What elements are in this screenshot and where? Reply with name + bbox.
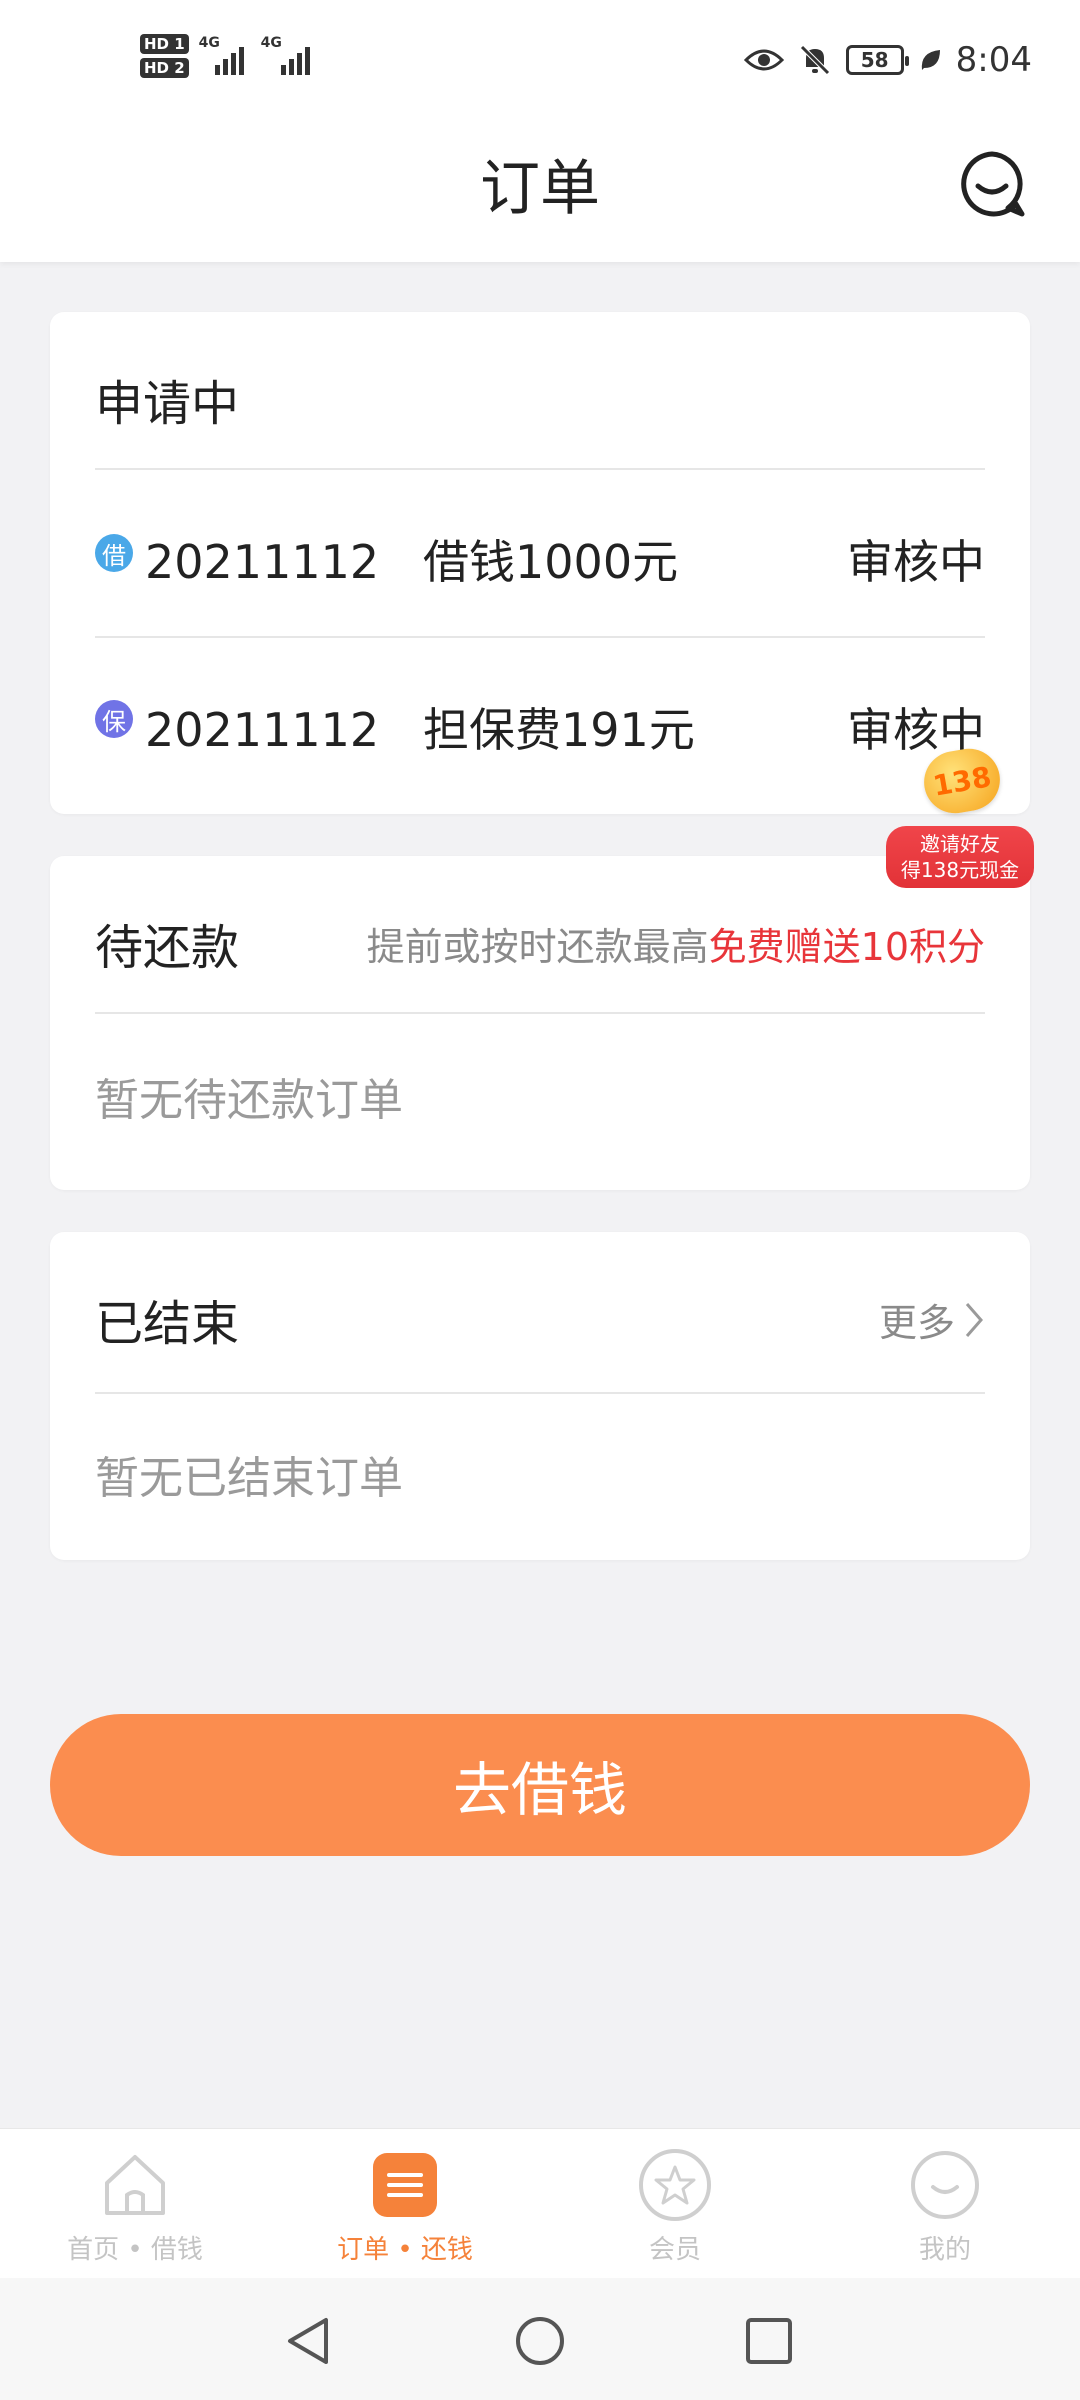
order-status: 审核中 <box>847 535 985 589</box>
tab-home[interactable]: 首页 • 借钱 <box>0 2147 270 2266</box>
tab-profile-label: 我的 <box>918 2235 971 2265</box>
divider <box>95 1392 985 1394</box>
divider <box>95 636 985 638</box>
finished-card: 已结束 更多 暂无已结束订单 <box>50 1232 1030 1560</box>
system-nav-bar <box>0 2278 1080 2400</box>
more-link[interactable]: 更多 <box>879 1292 985 1347</box>
pending-card: 待还款 提前或按时还款最高免费赠送10积分 暂无待还款订单 <box>50 856 1030 1190</box>
home-circle-icon[interactable] <box>513 2314 567 2368</box>
tab-orders[interactable]: 订单 • 还钱 <box>270 2147 540 2266</box>
coin-icon: 138 <box>919 743 1005 819</box>
hint-prefix: 提前或按时还款最高 <box>366 925 709 969</box>
chat-bubble-icon[interactable] <box>956 148 1028 220</box>
profile-icon <box>911 2151 979 2219</box>
more-label: 更多 <box>878 1301 955 1345</box>
finished-empty-text: 暂无已结束订单 <box>95 1453 403 1504</box>
sim-badges: HD 1 HD 2 <box>140 34 189 78</box>
divider <box>95 1012 985 1014</box>
tab-profile[interactable]: 我的 <box>810 2147 1080 2266</box>
back-icon[interactable] <box>282 2314 336 2368</box>
order-row-text: 20211112 借钱1000元 <box>145 526 678 592</box>
finished-title: 已结束 <box>95 1296 240 1352</box>
invite-promo[interactable]: 138 邀请好友 得138元现金 <box>882 742 1038 892</box>
guarantee-badge-icon: 保 <box>95 700 133 738</box>
network1-label: 4G <box>198 35 220 51</box>
star-icon <box>639 2149 711 2221</box>
chevron-right-icon <box>965 1302 983 1337</box>
borrow-button[interactable]: 去借钱 <box>50 1714 1030 1856</box>
tab-orders-label: 订单 • 还钱 <box>337 2235 473 2265</box>
tab-member-label: 会员 <box>648 2235 701 2265</box>
home-icon <box>105 2155 165 2215</box>
repayment-hint: 提前或按时还款最高免费赠送10积分 <box>367 916 985 971</box>
sim2-badge: HD 2 <box>140 58 189 78</box>
clock: 8:04 <box>955 40 1032 80</box>
divider <box>95 468 985 470</box>
eye-icon <box>743 49 784 71</box>
tab-home-label: 首页 • 借钱 <box>67 2235 203 2265</box>
order-desc: 借钱1000元 <box>423 535 679 589</box>
tab-member[interactable]: 会员 <box>540 2147 810 2266</box>
leaf-icon <box>921 50 940 70</box>
status-bar: HD 1 HD 2 4G 4G 58 8:04 <box>0 0 1080 120</box>
order-desc: 担保费191元 <box>423 703 695 757</box>
promo-label: 邀请好友 得138元现金 <box>886 826 1034 888</box>
tab-bar: 首页 • 借钱 订单 • 还钱 会员 我的 <box>0 2128 1080 2278</box>
top-bar: HD 1 HD 2 4G 4G 58 8:04 订单 <box>0 0 1080 262</box>
hint-highlight: 免费赠送10积分 <box>708 925 985 969</box>
signal-icon: 4G <box>198 35 251 75</box>
order-row-text: 20211112 担保费191元 <box>145 694 695 760</box>
loan-badge-icon: 借 <box>95 534 133 572</box>
orders-icon <box>373 2153 437 2217</box>
promo-line2: 得138元现金 <box>900 858 1020 882</box>
network2-label: 4G <box>260 35 282 51</box>
applying-card: 申请中 借 20211112 借钱1000元 审核中 保 20211112 担保… <box>50 312 1030 814</box>
pending-title: 待还款 <box>95 920 240 976</box>
bell-off-icon <box>799 45 830 75</box>
sim1-badge: HD 1 <box>140 34 189 54</box>
recents-icon[interactable] <box>742 2314 796 2368</box>
order-date: 20211112 <box>145 703 380 757</box>
status-right: 58 8:04 <box>743 40 1032 80</box>
battery-icon: 58 <box>845 45 909 75</box>
pending-empty-text: 暂无待还款订单 <box>95 1075 403 1126</box>
status-left: HD 1 HD 2 4G 4G <box>140 34 317 78</box>
page-title: 订单 <box>480 154 600 224</box>
order-date: 20211112 <box>145 535 380 589</box>
applying-title: 申请中 <box>95 376 240 432</box>
promo-line1: 邀请好友 <box>920 832 1000 856</box>
signal-icon: 4G <box>260 35 317 75</box>
